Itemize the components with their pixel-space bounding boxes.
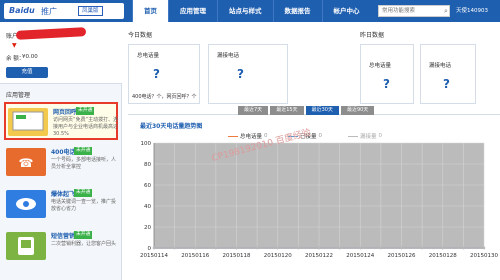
app-desc: 电话关键词一查一览，推广投放省心省力 (51, 199, 117, 212)
nav-app-management[interactable]: 应用管理 (168, 0, 217, 22)
tab-7-days[interactable]: 最近7天 (238, 106, 269, 115)
app-name: 400电话 (51, 149, 76, 156)
time-range-bar: 最近7天 最近15天 最近30天 最近90天 (128, 106, 500, 115)
app-badge[interactable]: 未开通 (74, 147, 93, 155)
top-bar: Baidu 推广 凤巢版 首页 应用管理 站点与样式 数据报告 帐户中心 ⌕ 天… (0, 0, 500, 22)
legend-line (228, 135, 238, 137)
legend-label: 漏接量 (360, 134, 377, 140)
today-total-card: 总电话量 ? 400电话？个，网页回呼？个 (128, 44, 200, 104)
web-callback-icon (8, 108, 48, 136)
svg-text:☎: ☎ (19, 156, 34, 170)
stat-value: ? (443, 77, 450, 91)
time-range-tabs: 最近7天 最近15天 最近30天 最近90天 (238, 106, 376, 115)
app-name: 短信营销 (51, 233, 76, 240)
sms-icon (6, 232, 46, 260)
tab-90-days[interactable]: 最近90天 (340, 106, 375, 115)
nav-account-center[interactable]: 帐户中心 (321, 0, 371, 22)
yesterday-total-card: 总电话量 ? (360, 44, 414, 104)
app-desc: 一个号码，多部电话接听，人员分析全掌控 (51, 157, 117, 170)
redacted-account (15, 27, 87, 40)
app-400-phone[interactable]: ☎ 400电话 未开通 一个号码，多部电话接听，人员分析全掌控 (4, 144, 118, 182)
dropdown-arrow-icon[interactable]: ▼ (12, 42, 17, 49)
stat-value: ? (237, 67, 244, 81)
nav-data-report[interactable]: 数据报告 (272, 0, 322, 22)
account-panel: 账户： ▼ 余 额： ¥0.00 充值 (0, 22, 122, 84)
logo-sub-text: 推广 (41, 7, 57, 16)
legend-count: 0 (378, 133, 383, 139)
app-badge[interactable]: 未开通 (74, 189, 93, 197)
stat-label: 总电话量 (369, 63, 392, 69)
edition-badge: 凤巢版 (78, 6, 103, 16)
tab-15-days[interactable]: 最近15天 (270, 106, 304, 115)
tab-30-days[interactable]: 最近30天 (305, 106, 339, 115)
app-management-title: 应用管理 (6, 92, 31, 99)
main-nav: 首页 应用管理 站点与样式 数据报告 帐户中心 (132, 0, 371, 22)
trend-chart-title: 最近30天电话量趋势图 (140, 123, 203, 130)
app-sms[interactable]: 短信营销 未开通 二次营销利器，让您客户回头 (4, 228, 118, 266)
app-web-callback[interactable]: 网页回呼 未开通 访问网页“免费”主动拨打、连接用户与企业电话商机最高达30.5… (4, 102, 118, 140)
legend-missed[interactable]: 漏接量 0 (348, 132, 382, 140)
baidu-logo[interactable]: Baidu 推广 凤巢版 (4, 3, 124, 19)
today-title: 今日数据 (128, 32, 153, 39)
app-badge[interactable]: 未开通 (74, 231, 93, 239)
search-icon[interactable]: ⌕ (440, 5, 452, 17)
stat-label: 总电话量 (137, 53, 160, 59)
sidebar: 账户： ▼ 余 额： ¥0.00 充值 应用管理 网页回呼 未开通 访问网页“免… (0, 22, 122, 280)
nav-home[interactable]: 首页 (132, 0, 168, 22)
yesterday-missed-card: 漏接电话 ? (420, 44, 476, 104)
app-media[interactable]: 爆体起飞 未开通 电话关键词一查一览，推广投放省心省力 (4, 186, 118, 224)
legend-line (348, 135, 358, 137)
stat-note: 400电话？个，网页回呼？个 (132, 94, 197, 100)
recharge-button[interactable]: 充值 (6, 67, 48, 78)
stat-label: 漏接电话 (217, 53, 240, 59)
legend-count: 0 (318, 133, 323, 139)
balance-value: ¥0.00 (22, 54, 38, 60)
dashboard-main: 今日数据 昨日数据 总电话量 ? 400电话？个，网页回呼？个 漏接电话 ? 总… (128, 26, 500, 280)
app-name: 网页回呼 (53, 109, 78, 116)
nav-site-style[interactable]: 站点与样式 (217, 0, 273, 22)
logo-main-text: Baidu (9, 6, 35, 15)
app-badge[interactable]: 未开通 (76, 107, 95, 115)
stat-value: ? (153, 67, 160, 81)
stat-value: ? (383, 77, 390, 91)
app-desc: 二次营销利器，让您客户回头 (51, 241, 117, 247)
stat-label: 漏接电话 (429, 63, 452, 69)
phone-icon: ☎ (6, 148, 46, 176)
app-desc: 访问网页“免费”主动拨打、连接用户与企业电话商机最高达30.5% (53, 117, 119, 137)
today-missed-card: 漏接电话 ? (208, 44, 288, 104)
app-name: 爆体起飞 (51, 191, 76, 198)
yesterday-title: 昨日数据 (360, 32, 385, 39)
user-id[interactable]: 天使140903 (456, 6, 488, 14)
eye-icon (6, 190, 46, 218)
